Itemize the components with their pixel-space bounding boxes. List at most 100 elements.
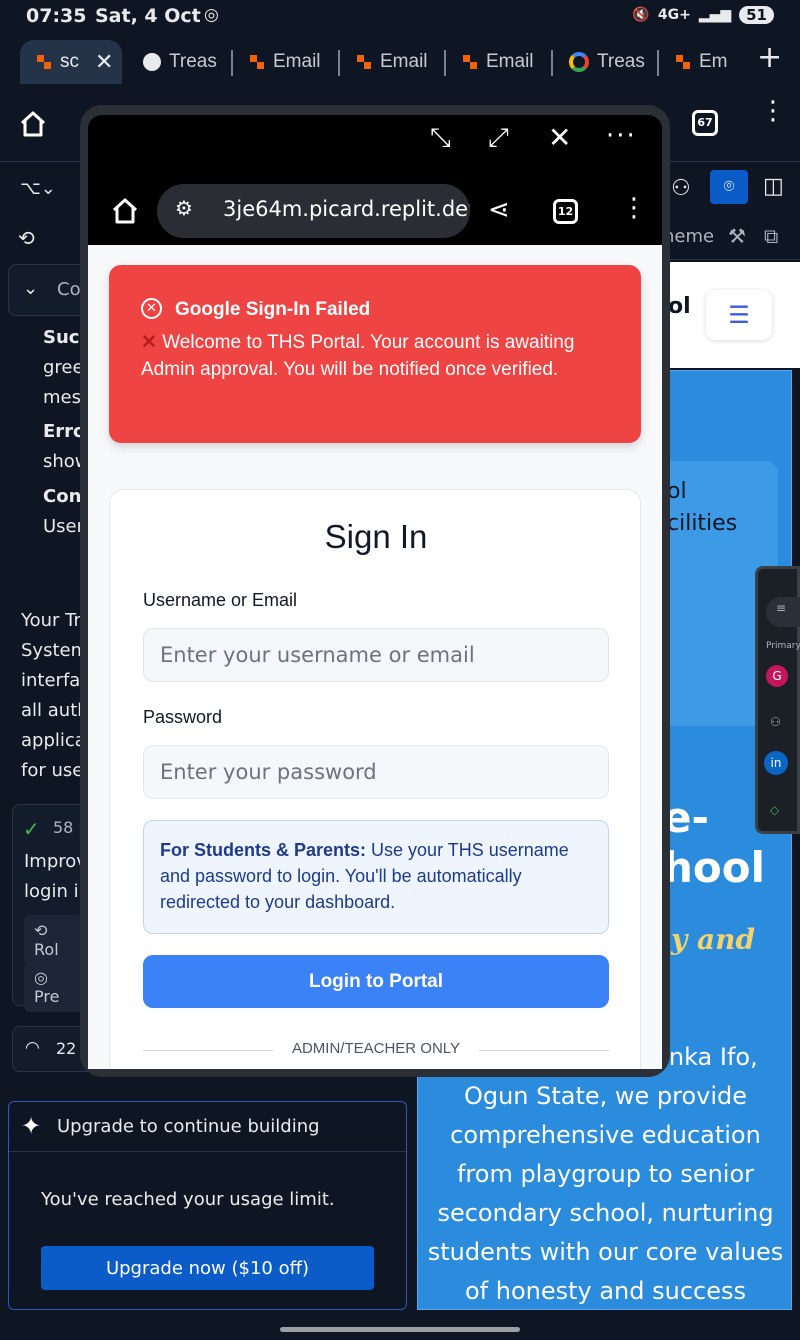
globe-icon — [143, 53, 161, 71]
tab-label: Treas — [169, 51, 217, 72]
feature-card-text: cilities — [667, 511, 738, 536]
upgrade-message: You've reached your usage limit. — [41, 1189, 335, 1210]
close-tab-icon[interactable]: ✕ — [95, 49, 113, 75]
wrench-icon[interactable]: ⚒ — [728, 224, 746, 248]
usage-count: 22 — [56, 1039, 77, 1058]
upgrade-title: Upgrade to continue building — [57, 1116, 320, 1137]
browser-tab[interactable]: Em — [659, 40, 739, 84]
split-view-icon[interactable]: ◫ — [763, 174, 784, 199]
upgrade-button[interactable]: Upgrade now ($10 off) — [41, 1246, 374, 1290]
site-settings-icon[interactable]: ⚙ — [175, 196, 193, 220]
linkedin-icon: in — [764, 751, 788, 775]
expand-icon[interactable]: ⤢ — [488, 123, 509, 154]
hamburger-menu-button[interactable]: ☰ — [706, 290, 772, 340]
mini-floating-window[interactable]: ≡ Primary G ⚇ in ◇ — [755, 566, 800, 834]
paragraph-line: Your Tr — [21, 610, 81, 631]
info-notice: For Students & Parents: Use your THS use… — [143, 820, 609, 934]
browser-tab[interactable]: Email — [340, 40, 446, 84]
paragraph-line: System — [21, 640, 89, 661]
gesture-nav-bar[interactable] — [280, 1327, 520, 1332]
battery-icon: 51 — [739, 6, 774, 24]
people-icon: ⚇ — [770, 715, 781, 729]
gauge-icon: ◠ — [25, 1038, 40, 1058]
minimize-icon[interactable]: ⤡ — [430, 123, 451, 154]
preview-icon: ◎ — [34, 968, 48, 987]
check-circle-icon: ✓ — [23, 817, 40, 841]
hero-body-line: secondary school, nurturing — [437, 1199, 774, 1227]
hero-title: hool — [663, 843, 766, 892]
hero-body-line: of honesty and success — [464, 1277, 747, 1305]
network-label: 4G+ — [657, 7, 691, 23]
checkpoint-text: Improv — [24, 851, 87, 872]
popup-browser-window: ⤡ ⤢ ✕ ··· ⚙ 3je64m.picard.replit.dev ⋖ 1… — [80, 105, 670, 1077]
paragraph-line: all auth — [21, 700, 89, 721]
share-icon[interactable]: ⋖ — [488, 195, 510, 225]
home-icon[interactable] — [111, 197, 139, 225]
error-message: Welcome to THS Portal. Your account is a… — [141, 332, 575, 380]
add-user-icon[interactable]: ⚇ — [671, 176, 691, 201]
url-text[interactable]: 3je64m.picard.replit.dev — [223, 197, 470, 221]
more-icon[interactable]: ··· — [606, 121, 637, 151]
tab-label: Email — [273, 51, 321, 72]
tab-switcher-button[interactable]: 12 — [553, 199, 578, 224]
rollback-button[interactable]: ⟲ Rol — [24, 915, 84, 965]
hero-body-line: comprehensive education — [450, 1121, 761, 1149]
file-tree-icon[interactable]: ⌥⌄ — [20, 178, 56, 199]
new-tab-icon[interactable]: + — [757, 40, 782, 75]
hero-body-line: Ogun State, we provide — [463, 1082, 748, 1110]
error-alert: ✕ Google Sign-In Failed ✕ Welcome to THS… — [109, 265, 641, 443]
tab-label: Em — [699, 51, 728, 72]
browser-tab-strip: sc ✕ Treas Email Email Email Treas Em + — [0, 34, 800, 86]
tab-switcher-button[interactable]: 67 — [692, 110, 718, 136]
site-header-title: ol — [668, 294, 691, 319]
pin-button[interactable]: ⌾ — [710, 170, 748, 204]
preview-button[interactable]: ◎ Pre — [24, 962, 84, 1012]
mute-icon: 🔇 — [632, 7, 650, 23]
web-page: ✕ Google Sign-In Failed ✕ Welcome to THS… — [88, 245, 662, 1069]
error-message-block: ✕ Welcome to THS Portal. Your account is… — [141, 329, 621, 383]
browser-tab[interactable]: Treas — [553, 40, 659, 84]
info-bold: For Students & Parents: — [160, 840, 367, 860]
login-button[interactable]: Login to Portal — [143, 955, 609, 1008]
history-icon[interactable]: ⟲ — [18, 226, 35, 250]
bullet-line: User — [43, 516, 85, 537]
avatar: G — [766, 665, 788, 687]
replit-icon — [249, 54, 265, 70]
status-bar: 07:35 Sat, 4 Oct ◎ 🔇 4G+ ▂▄▆ 51 — [0, 0, 800, 34]
tag-icon: ◇ — [770, 803, 780, 817]
tab-label: Email — [486, 51, 534, 72]
username-label: Username or Email — [143, 590, 298, 610]
menu-icon[interactable]: ⋮ — [760, 98, 786, 124]
hero-body-line: from playgroup to senior — [456, 1160, 755, 1188]
rollback-label: Rol — [34, 940, 59, 959]
menu-lines-icon: ≡ — [776, 601, 787, 615]
signal-icon: ▂▄▆ — [698, 7, 732, 23]
home-icon[interactable] — [19, 110, 47, 138]
browser-tab[interactable]: Treas — [127, 40, 233, 84]
password-label: Password — [143, 707, 223, 727]
close-icon[interactable]: ✕ — [548, 121, 571, 154]
username-input[interactable] — [143, 628, 609, 682]
cross-mark-icon: ✕ — [141, 332, 163, 353]
replit-icon — [462, 54, 478, 70]
address-bar[interactable]: ⚙ 3je64m.picard.replit.dev — [157, 184, 470, 238]
mini-primary-label: Primary — [766, 641, 800, 651]
open-external-icon[interactable]: ⧉ — [764, 224, 778, 248]
replit-icon — [356, 54, 372, 70]
google-icon — [569, 52, 589, 72]
tab-label: Treas — [597, 51, 645, 72]
status-time: 07:35 — [26, 5, 87, 27]
hero-tagline: y and — [671, 923, 756, 956]
browser-tab[interactable]: sc ✕ — [20, 40, 122, 84]
menu-icon[interactable]: ⋮ — [621, 193, 647, 223]
site-header: ol ☰ — [668, 262, 800, 368]
mini-search-bar: ≡ — [766, 597, 800, 627]
browser-tab[interactable]: Email — [446, 40, 553, 84]
preview-toolbar: neme ⚒ ⧉ — [660, 220, 800, 260]
divider-label: ADMIN/TEACHER ONLY — [291, 1040, 461, 1057]
browser-tab[interactable]: Email — [233, 40, 340, 84]
paragraph-line: for use — [21, 760, 84, 781]
status-date: Sat, 4 Oct — [95, 5, 201, 27]
password-input[interactable] — [143, 745, 609, 799]
sparkle-icon: ✦ — [21, 1112, 42, 1140]
